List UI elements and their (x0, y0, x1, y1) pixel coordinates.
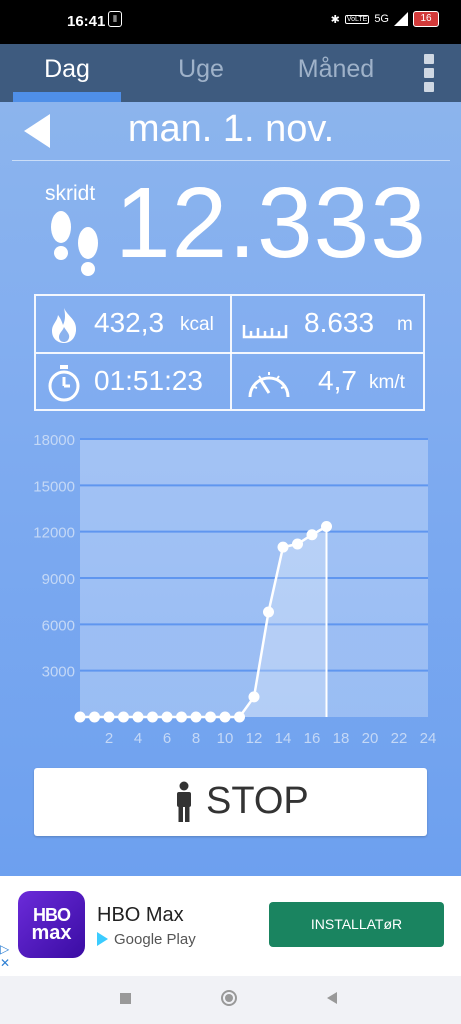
navigation-bar (0, 976, 461, 1024)
tab-month[interactable]: Måned (280, 44, 392, 102)
chart-data-point (321, 521, 332, 533)
hbo-max-logo[interactable]: HBO max (18, 891, 85, 958)
stats-grid: 432,3 kcal 8.633 m 01:51:23 4,7 km/t (34, 294, 425, 411)
chart-data-point (205, 711, 216, 723)
tab-indicator (13, 92, 121, 102)
vibrate-icon: ⦀ (108, 11, 122, 27)
back-icon[interactable] (327, 992, 337, 1004)
calories-cell: 432,3 kcal (36, 296, 230, 352)
distance-value: 8.633 (304, 307, 375, 338)
status-time: 16:41 (67, 13, 106, 30)
duration-cell: 01:51:23 (36, 354, 230, 410)
x-tick-label: 14 (275, 730, 292, 747)
chart-data-point (89, 711, 100, 723)
ad-store: Google Play (97, 931, 196, 948)
x-tick-label: 16 (304, 730, 321, 747)
chart-data-point (147, 711, 158, 723)
google-play-icon (97, 932, 108, 946)
chart-data-point (263, 606, 274, 618)
x-tick-label: 2 (105, 730, 113, 747)
ruler-icon (242, 325, 288, 339)
calories-unit: kcal (180, 314, 214, 335)
speed-value: 4,7 (318, 365, 357, 396)
duration-value: 01:51:23 (94, 365, 203, 396)
y-tick-label: 12000 (33, 525, 75, 542)
chart-data-point (132, 711, 144, 723)
chart-data-point (176, 711, 187, 723)
y-tick-label: 6000 (42, 617, 75, 634)
chart-data-point (292, 538, 303, 550)
x-tick-label: 10 (217, 730, 234, 747)
steps-chart: 3000600090001200015000180002 4 6 8 10 12 14 16 1… (33, 432, 437, 747)
y-tick-label: 3000 (42, 664, 75, 681)
chart-data-point (277, 541, 289, 553)
stop-button[interactable]: STOP (34, 768, 427, 836)
x-tick-label: 8 (192, 730, 200, 747)
x-tick-label: 18 (333, 730, 350, 747)
flame-icon (52, 308, 77, 343)
overflow-menu-icon[interactable] (424, 54, 438, 96)
stop-label: STOP (206, 780, 309, 822)
chart-data-point (248, 691, 260, 703)
x-tick-label: 12 (246, 730, 263, 747)
speed-unit: km/t (369, 372, 405, 393)
chart-data-point (234, 711, 245, 723)
x-tick-label: 4 (134, 730, 142, 747)
chart-data-point (161, 711, 173, 723)
battery-icon: 16 (413, 11, 439, 27)
bluetooth-icon: ✱ (330, 13, 340, 26)
x-tick-label: 6 (163, 730, 171, 747)
x-tick-label: 20 (362, 730, 379, 747)
ad-app-name[interactable]: HBO Max (97, 904, 184, 927)
footprints-icon (51, 211, 98, 276)
chart-data-point (103, 711, 115, 723)
ad-banner[interactable]: HBO max HBO Max Google Play INSTALLATøR … (0, 876, 461, 976)
chart-data-point (190, 711, 202, 723)
date-bar: man. 1. nov. (12, 102, 450, 161)
status-icons: ✱ VoLTE 5G 16 (331, 11, 439, 27)
home-icon[interactable] (221, 990, 237, 1006)
stopwatch-icon (48, 365, 80, 402)
distance-cell: 8.633 m (232, 296, 423, 352)
distance-unit: m (397, 314, 413, 335)
app-content: Dag Uge Måned man. 1. nov. skridt 12.333… (0, 44, 461, 876)
date-label: man. 1. nov. (127, 108, 335, 150)
network-label: 5G (374, 13, 389, 25)
x-tick-label: 22 (391, 730, 408, 747)
install-button[interactable]: INSTALLATøR (269, 902, 444, 947)
ad-choices-icon[interactable]: ▷ ✕ (0, 942, 10, 970)
x-tick-label: 24 (420, 730, 437, 747)
steps-count: 12.333 (115, 167, 427, 279)
chart-data-point (219, 711, 231, 723)
steps-label: skridt (45, 182, 96, 205)
tab-week[interactable]: Uge (146, 44, 256, 102)
tab-bar: Dag Uge Måned (0, 44, 461, 102)
signal-icon (394, 12, 408, 26)
recents-icon[interactable] (120, 993, 131, 1004)
chart-data-point (74, 711, 86, 723)
y-tick-label: 18000 (33, 432, 75, 449)
y-tick-label: 9000 (42, 571, 75, 588)
status-bar: 16:41 ⦀ ✱ VoLTE 5G 16 (0, 0, 461, 44)
chart-data-point (306, 529, 318, 541)
chart-data-point (118, 711, 129, 723)
speedometer-icon (248, 372, 290, 398)
calories-value: 432,3 (94, 307, 165, 338)
speed-cell: 4,7 km/t (232, 354, 423, 410)
volte-icon: VoLTE (344, 14, 370, 24)
y-tick-label: 15000 (33, 478, 75, 495)
person-icon (177, 781, 191, 822)
